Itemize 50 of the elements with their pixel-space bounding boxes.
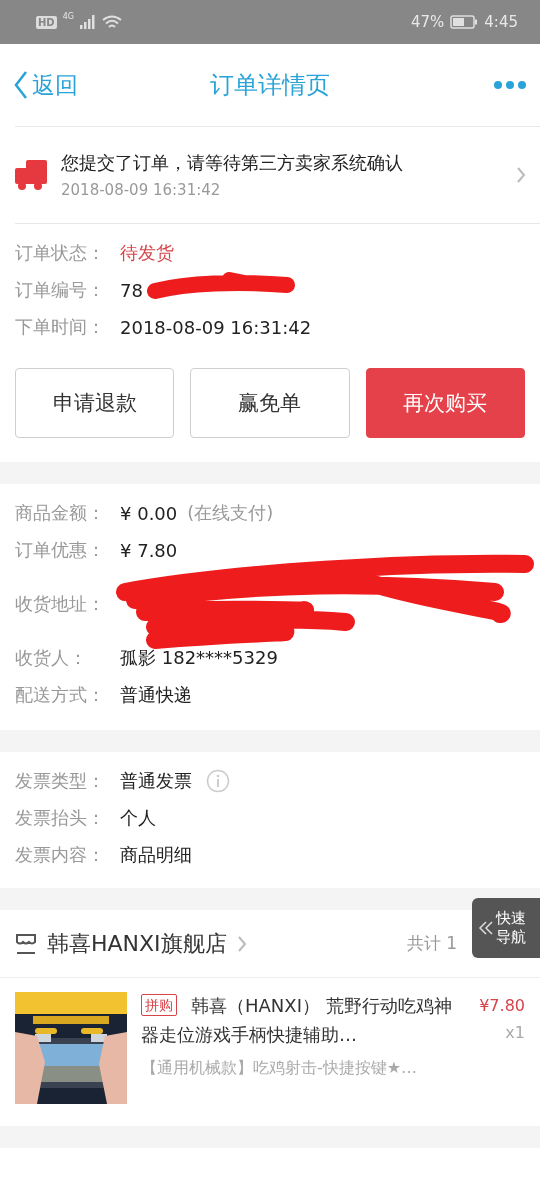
field-label: 订单优惠： [15,538,106,562]
hd-indicator: HD [36,15,57,29]
product-title: 拼购 韩喜（HANXI） 荒野行动吃鸡神器走位游戏手柄快捷辅助… [141,993,453,1047]
field-value: 2018-08-09 16:31:42 [120,316,312,338]
field-value: ¥ 0.00 [120,502,178,524]
field-value: 孤影 182****5329 [120,646,278,670]
truck-icon [15,160,47,190]
field-value: 78 [120,279,143,301]
field-label: 发票抬头： [15,806,106,830]
product-quantity: x1 [505,1023,525,1042]
field-label: 发票内容： [15,843,106,867]
notice-message: 您提交了订单，请等待第三方卖家系统确认 [61,151,404,175]
action-button[interactable]: 赢免单 [190,368,350,438]
battery-percent: 47% [410,13,445,31]
chevron-right-icon [236,934,247,953]
item-count: 共计 1 [406,932,457,955]
field-value: ¥ 7.80 [120,539,178,561]
field-value: 普通发票 [120,769,192,793]
product-spec: 【通用机械款】吃鸡射击-快捷按键★… [141,1057,419,1079]
field-label: 收货人： [15,646,88,670]
quick-nav-button[interactable]: 快速导航 [472,898,540,958]
buy-again-button[interactable]: 再次购买 [365,368,525,438]
chevron-left-icon [14,70,28,100]
double-chevron-left-icon [478,920,494,936]
battery-icon [450,15,479,29]
field-label: 配送方式： [15,683,106,707]
product-price: ¥7.80 [479,996,525,1015]
signal-icon [79,15,96,29]
field-label: 下单时间： [15,315,106,339]
field-label: 收货地址： [15,592,106,616]
field-value: 待发货 [120,241,174,265]
network-type: 4G [62,12,74,21]
field-label: 订单状态： [15,241,106,265]
action-button[interactable]: 申请退款 [15,368,175,438]
page-title: 订单详情页 [210,70,330,101]
field-label: 商品金额： [15,501,106,525]
payment-note: (在线支付) [187,501,274,525]
shop-link[interactable]: 韩喜HANXI旗舰店 [15,928,247,959]
group-buy-tag: 拼购 [141,994,177,1017]
field-value: 普通快递 [120,683,192,707]
clock: 4:45 [484,13,518,31]
store-icon [15,932,37,955]
field-label: 发票类型： [15,769,106,793]
field-value: 个人 [120,806,156,830]
field-label: 订单编号： [15,278,106,302]
notice-time: 2018-08-09 16:31:42 [61,181,222,199]
chevron-right-icon [516,166,526,184]
wifi-icon [101,14,122,30]
field-value: 商品明细 [120,843,192,867]
info-icon[interactable] [206,769,230,793]
